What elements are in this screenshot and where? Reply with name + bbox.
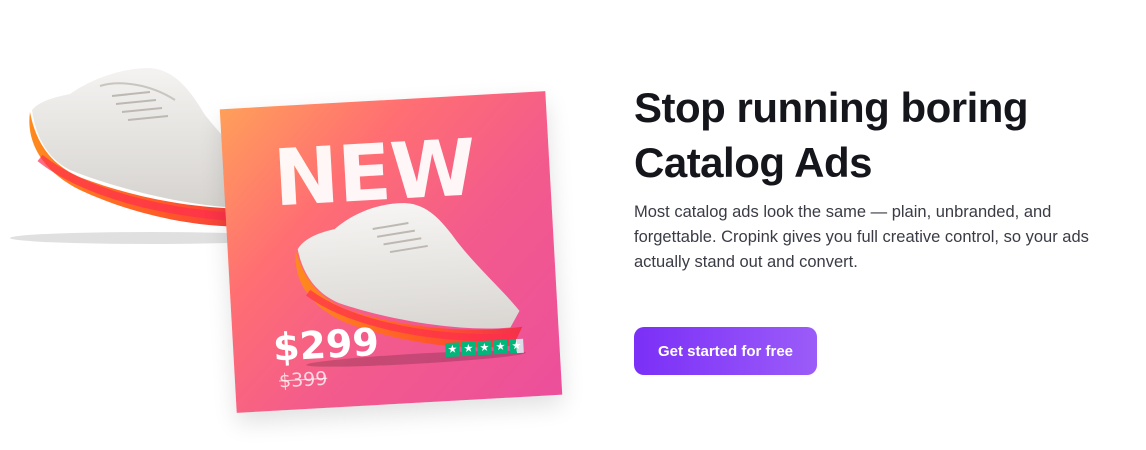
price-label: $299: [271, 319, 380, 370]
star-icon: ★: [445, 342, 460, 358]
original-price-label: $399: [278, 367, 328, 393]
star-icon: ★: [461, 341, 476, 357]
ad-preview-card: NEW $299 $399 ★ ★ ★ ★ ★: [219, 91, 563, 413]
hero-title: Stop running boring Catalog Ads: [634, 80, 1114, 190]
hero-description: Most catalog ads look the same — plain, …: [634, 203, 1089, 271]
star-icon: ★: [493, 339, 508, 355]
get-started-button[interactable]: Get started for free: [634, 327, 817, 375]
hero-section: NEW $299 $399 ★ ★ ★ ★ ★ Stop running bor…: [0, 0, 1146, 450]
hero-illustration: NEW $299 $399 ★ ★ ★ ★ ★: [0, 0, 600, 450]
star-icon: ★: [477, 340, 492, 356]
hero-title-line-1: Stop running boring: [634, 84, 1029, 131]
half-star-icon: ★: [509, 338, 524, 354]
hero-title-line-2: Catalog Ads: [634, 139, 872, 186]
